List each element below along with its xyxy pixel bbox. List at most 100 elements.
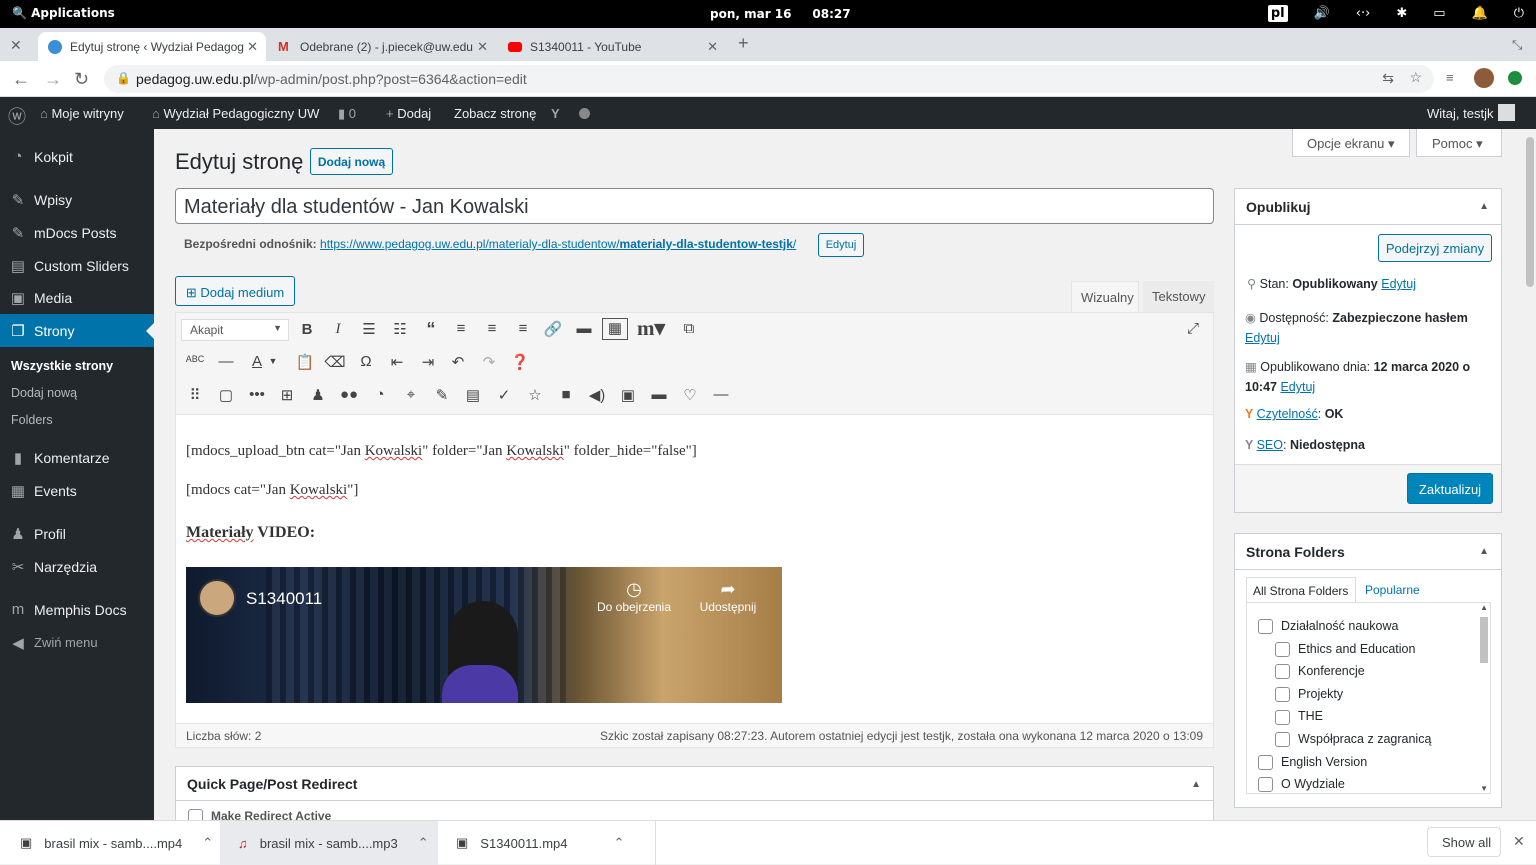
power-icon[interactable]: ⏻ <box>1514 6 1524 21</box>
folder-item[interactable]: Działalność naukowa <box>1258 619 1398 635</box>
folder-item[interactable]: Projekty <box>1275 687 1343 702</box>
paste-text-icon[interactable]: 📋 <box>294 353 316 371</box>
image-icon[interactable]: ▣ <box>617 386 639 404</box>
download-item[interactable]: ▣ brasil mix - samb....mp4 ⌃ <box>0 821 220 865</box>
pencil-icon[interactable]: ✎ <box>431 386 453 404</box>
clear-format-icon[interactable]: ⌫ <box>324 353 346 371</box>
chevron-up-icon[interactable]: ⌃ <box>614 835 625 851</box>
grid-icon[interactable]: ⠿ <box>184 386 206 404</box>
tab-wordpress[interactable]: Edytuj stronę ‹ Wydział Pedagog ✕ <box>38 32 266 61</box>
tab-youtube[interactable]: S1340011 - YouTube ✕ <box>498 32 726 61</box>
add-media-button[interactable]: ⊞ Dodaj medium <box>175 276 295 306</box>
folder-item[interactable]: Konferencje <box>1275 664 1365 680</box>
checkbox[interactable] <box>1275 664 1290 680</box>
format-select[interactable]: Akapit ▼ <box>181 319 289 341</box>
page-scrollbar-thumb[interactable] <box>1526 137 1534 287</box>
redo-icon[interactable]: ↷ <box>478 353 500 371</box>
clock[interactable]: pon, mar 16 08:27 <box>710 7 851 21</box>
folders-box-title[interactable]: Strona Folders <box>1235 534 1501 570</box>
wordpress-logo-icon[interactable]: ⓦ <box>8 103 26 129</box>
seo-link[interactable]: SEO <box>1257 438 1283 452</box>
yoast-icon[interactable]: Y <box>551 106 560 121</box>
screen-options-button[interactable]: Opcje ekranu ▾ <box>1292 129 1410 157</box>
strikethrough-icon[interactable]: ABC <box>184 354 206 364</box>
notification-bell-icon[interactable]: 🔔 <box>1472 6 1488 21</box>
speech-bubble-icon[interactable]: ▬ <box>648 386 670 403</box>
page-scrollbar[interactable] <box>1524 129 1536 820</box>
title-input[interactable]: Materiały dla studentów - Jan Kowalski <box>175 188 1214 224</box>
channel-avatar[interactable] <box>198 579 236 617</box>
chevron-up-icon[interactable]: ⌃ <box>418 835 429 851</box>
add-new-page-button[interactable]: Dodaj nową <box>310 148 393 175</box>
video-title[interactable]: S1340011 <box>246 589 322 609</box>
help-icon[interactable]: ❓ <box>509 353 531 371</box>
menu-mdocs-posts[interactable]: ✎ mDocs Posts <box>0 216 154 249</box>
numbered-list-icon[interactable]: ☷ <box>389 320 411 338</box>
bold-icon[interactable]: B <box>296 321 318 338</box>
mdocs-icon[interactable]: m▾ <box>634 316 668 341</box>
close-tab-icon[interactable]: ✕ <box>707 39 718 55</box>
preview-changes-button[interactable]: Podejrzyj zmiany <box>1378 234 1492 262</box>
edit-date-link[interactable]: Edytuj <box>1280 380 1315 394</box>
align-right-icon[interactable]: ≡ <box>512 320 534 337</box>
collapse-arrow-icon[interactable]: ▲ <box>1191 779 1201 790</box>
add-new-menu[interactable]: + Dodaj <box>386 106 431 121</box>
help-button[interactable]: Pomoc ▾ <box>1416 129 1502 157</box>
menu-events[interactable]: ▦ Events <box>0 474 154 507</box>
user-box-icon[interactable]: ♟ <box>307 386 329 404</box>
tab-popular-folders[interactable]: Popularne <box>1365 583 1420 597</box>
collapse-arrow-icon[interactable]: ▲ <box>1479 546 1489 557</box>
text-color-icon[interactable]: A <box>246 353 268 370</box>
show-all-downloads-button[interactable]: Show all <box>1427 827 1501 857</box>
redirect-box-title[interactable]: Quick Page/Post Redirect <box>176 767 1213 801</box>
checkbox[interactable] <box>1275 709 1290 725</box>
download-item[interactable]: ▣ S1340011.mp4 ⌃ <box>438 821 656 865</box>
chevron-up-icon[interactable]: ⌃ <box>202 835 213 851</box>
reload-icon[interactable]: ↻ <box>74 69 89 90</box>
comments-menu[interactable]: ▮ 0 <box>338 106 356 122</box>
checkbox[interactable] <box>1275 641 1290 657</box>
map-pin-icon[interactable]: ⌖ <box>400 386 422 403</box>
shortcode-upload-line[interactable]: [mdocs_upload_btn cat="Jan Kowalski" fol… <box>186 443 697 460</box>
folder-item[interactable]: English Version <box>1258 755 1367 770</box>
rss-icon[interactable]: ◔ <box>369 386 391 403</box>
toolbar-toggle-icon[interactable]: ▦ <box>602 318 628 340</box>
plus-box-icon[interactable]: ⊞ <box>276 386 298 404</box>
checkbox[interactable] <box>1258 777 1273 793</box>
folder-item[interactable]: THE <box>1275 709 1323 725</box>
close-tab-icon[interactable]: ✕ <box>477 39 488 55</box>
read-more-icon[interactable]: ▬ <box>573 320 595 337</box>
chevron-down-icon[interactable]: ▼ <box>267 356 279 366</box>
volume-icon[interactable]: 🔊 <box>1314 6 1330 21</box>
audio-icon[interactable]: ◀) <box>586 386 608 404</box>
close-downloads-icon[interactable]: ✕ <box>1513 833 1525 850</box>
reading-list-icon[interactable]: ≡ <box>1446 70 1454 85</box>
download-item[interactable]: ♫ brasil mix - samb....mp3 ⌃ <box>220 821 438 865</box>
scroll-up-icon[interactable]: ▲ <box>1480 603 1488 612</box>
tab-all-folders[interactable]: All Strona Folders <box>1246 577 1356 603</box>
video-camera-icon[interactable]: ■ <box>555 386 577 403</box>
folder-item[interactable]: Współpraca z zagranicą <box>1275 732 1431 748</box>
close-window-icon[interactable]: ✕ <box>10 37 22 54</box>
shortcode-mdocs-line[interactable]: [mdocs cat="Jan Kowalski"] <box>186 482 358 499</box>
permalink-link[interactable]: https://www.pedagog.uw.edu.pl/materialy-… <box>320 237 796 251</box>
submenu-folders[interactable]: Folders <box>11 413 53 427</box>
horizontal-line-icon[interactable]: — <box>215 353 237 370</box>
menu-tools[interactable]: ✂ Narzędzia <box>0 550 154 583</box>
link-icon[interactable]: 🔗 <box>542 320 564 338</box>
ellipsis-icon[interactable]: ••• <box>246 386 268 403</box>
special-char-icon[interactable]: Ω <box>355 353 377 370</box>
checkmark-icon[interactable]: ✓ <box>493 386 515 404</box>
separator-icon[interactable]: — <box>710 386 732 403</box>
menu-media[interactable]: ▣ Media <box>0 281 154 314</box>
view-page-link[interactable]: Zobacz stronę <box>454 106 536 121</box>
checkbox[interactable] <box>1258 619 1273 635</box>
battery-icon[interactable]: ▭ <box>1433 6 1445 21</box>
edit-visibility-link[interactable]: Edytuj <box>1245 331 1280 345</box>
star-icon[interactable]: ☆ <box>524 386 546 404</box>
readability-link[interactable]: Czytelność <box>1257 407 1318 421</box>
folder-item[interactable]: Ethics and Education <box>1275 642 1415 657</box>
scroll-down-icon[interactable]: ▼ <box>1480 784 1488 793</box>
tab-gmail[interactable]: M Odebrane (2) - j.piecek@uw.edu ✕ <box>268 32 496 61</box>
italic-icon[interactable]: I <box>327 321 349 338</box>
